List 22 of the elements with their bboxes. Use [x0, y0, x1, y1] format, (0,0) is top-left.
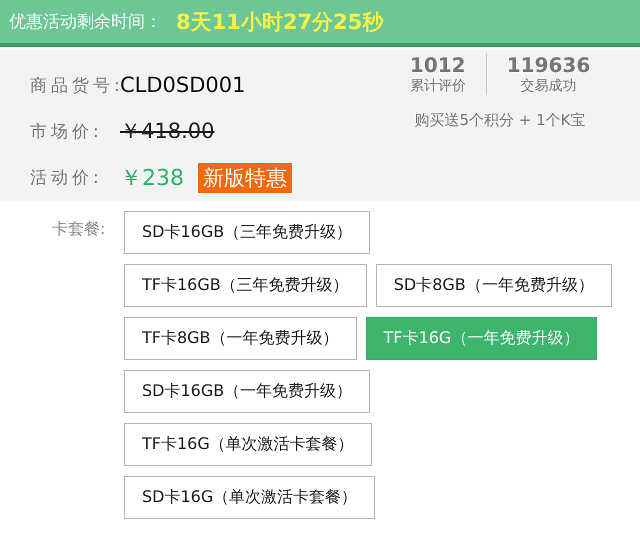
package-option[interactable]: TF卡8GB（一年免费升级） — [124, 317, 357, 360]
countdown-timer: 8天11小时27分25秒 — [176, 8, 384, 36]
field-label: 活动价: — [30, 167, 104, 190]
stat-caption: 交易成功 — [520, 77, 576, 95]
field-label: 市场价: — [30, 120, 104, 143]
promo-badge: 新版特惠 — [198, 162, 292, 193]
package-option[interactable]: SD卡16G（单次激活卡套餐） — [124, 476, 376, 519]
package-option[interactable]: TF卡16G（单次激活卡套餐） — [124, 423, 372, 466]
package-option[interactable]: SD卡16GB（一年免费升级） — [124, 370, 370, 413]
field-label: 商品货号: — [30, 74, 116, 97]
market-price: ￥418.00 — [120, 118, 214, 146]
product-code: CLD0SD001 — [120, 73, 246, 98]
package-option[interactable]: SD卡8GB（一年免费升级） — [376, 264, 612, 307]
stat-value: 1012 — [410, 53, 466, 77]
stat-caption: 累计评价 — [410, 77, 466, 95]
stat-value: 119636 — [506, 53, 590, 77]
promo-label: 优惠活动剩余时间： — [9, 11, 162, 33]
package-option[interactable]: TF卡16GB（三年免费升级） — [124, 264, 367, 307]
package-option[interactable]: SD卡16GB（三年免费升级） — [124, 211, 370, 254]
sale-price: ￥238 — [120, 164, 184, 193]
package-label: 卡套餐: — [52, 218, 106, 240]
reward-note: 购买送5个积分 + 1个K宝 — [414, 111, 586, 130]
